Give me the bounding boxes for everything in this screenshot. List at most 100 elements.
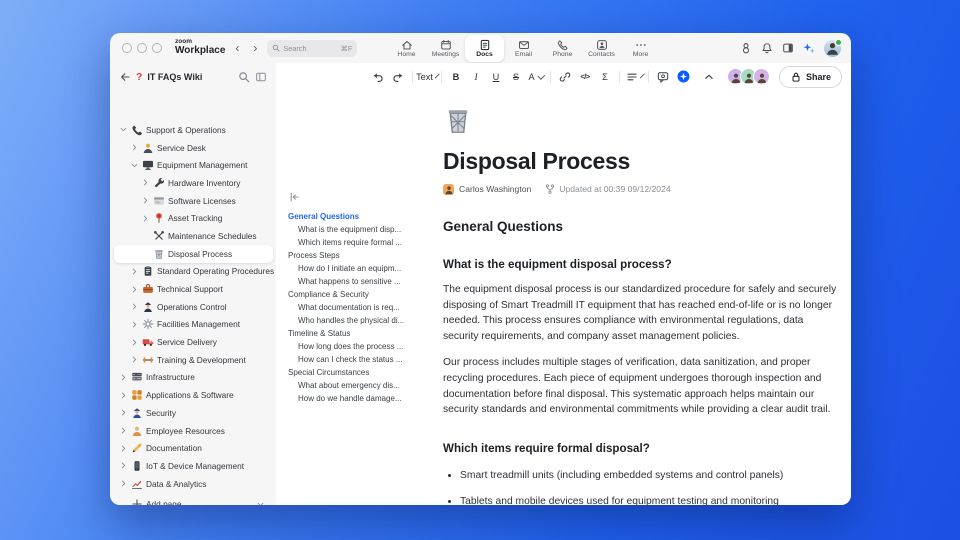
list-align-dropdown[interactable] [624, 68, 645, 86]
close-window-button[interactable] [122, 43, 132, 53]
maximize-window-button[interactable] [152, 43, 162, 53]
sidebar-item-service-desk[interactable]: Service Desk [114, 139, 273, 157]
outline-item-process-steps[interactable]: Process Steps [288, 249, 440, 262]
outline-item-how-do-we-handle-damage[interactable]: How do we handle damage... [288, 392, 440, 405]
text-style-dropdown[interactable]: Text [416, 68, 440, 86]
chevron-right-icon[interactable] [140, 178, 150, 187]
sidebar-item-asset-tracking[interactable]: Asset Tracking [114, 209, 273, 227]
chevron-right-icon[interactable] [118, 391, 128, 400]
chevron-right-icon[interactable] [129, 355, 139, 364]
minimize-window-button[interactable] [137, 43, 147, 53]
titlebar-right [740, 33, 842, 63]
tab-phone[interactable]: Phone [543, 35, 582, 62]
align-icon [626, 71, 638, 83]
chevron-right-icon[interactable] [118, 373, 128, 382]
chevron-down-icon[interactable] [118, 125, 128, 134]
collapse-toolbar-button[interactable] [699, 68, 719, 86]
outline-item-what-is-the-equipment-disp[interactable]: What is the equipment disp... [288, 223, 440, 236]
bold-button[interactable]: B [446, 68, 466, 86]
sidebar-item-documentation[interactable]: Documentation [114, 439, 273, 457]
sidebar-item-applications-software[interactable]: Applications & Software [114, 386, 273, 404]
outline-item-how-can-i-check-the-status[interactable]: How can I check the status ... [288, 353, 440, 366]
sidebar-item-technical-support[interactable]: Technical Support [114, 280, 273, 298]
sidebar-item-iot-device-management[interactable]: IoT & Device Management [114, 457, 273, 475]
outline-item-which-items-require-formal[interactable]: Which items require formal ... [288, 236, 440, 249]
tab-meetings[interactable]: Meetings [426, 35, 465, 62]
sidebar-item-software-licenses[interactable]: Software Licenses [114, 192, 273, 210]
chevron-right-icon[interactable] [129, 320, 139, 329]
tab-more[interactable]: More [621, 35, 660, 62]
sidebar-item-facilities-management[interactable]: Facilities Management [114, 316, 273, 334]
share-button[interactable]: Share [779, 65, 843, 88]
outline-item-what-documentation-is-req[interactable]: What documentation is req... [288, 301, 440, 314]
chevron-right-icon[interactable] [129, 302, 139, 311]
strikethrough-button[interactable]: S [506, 68, 526, 86]
chevron-right-icon[interactable] [129, 338, 139, 347]
sidebar-item-employee-resources[interactable]: Employee Resources [114, 422, 273, 440]
add-page-button[interactable]: Add page [114, 495, 273, 505]
redo-button[interactable] [388, 68, 408, 86]
link-button[interactable] [555, 68, 575, 86]
outline-item-how-long-does-the-process[interactable]: How long does the process ... [288, 340, 440, 353]
sidebar-item-hardware-inventory[interactable]: Hardware Inventory [114, 174, 273, 192]
global-search-input[interactable]: Search ⌘F [267, 39, 358, 57]
outline-item-who-handles-the-physical-di[interactable]: Who handles the physical di... [288, 314, 440, 327]
document-canvas[interactable]: Disposal Process Carlos Washington Updat… [443, 90, 837, 505]
sidebar-item-operations-control[interactable]: Operations Control [114, 298, 273, 316]
italic-button[interactable]: I [466, 68, 486, 86]
chevron-down-icon[interactable] [256, 500, 265, 505]
tab-email[interactable]: Email [504, 35, 543, 62]
outline-item-how-do-i-initiate-an-equipm[interactable]: How do I initiate an equipm... [288, 262, 440, 275]
chevron-right-icon[interactable] [140, 214, 150, 223]
tab-docs[interactable]: Docs [465, 35, 504, 62]
sidebar-item-disposal-process[interactable]: Disposal Process [114, 244, 273, 263]
chevron-right-icon[interactable] [118, 479, 128, 488]
chevron-down-icon[interactable] [129, 161, 139, 170]
chevron-right-icon[interactable] [118, 426, 128, 435]
outline-item-what-about-emergency-dis[interactable]: What about emergency dis... [288, 379, 440, 392]
wiki-search-icon[interactable] [238, 71, 250, 83]
chevron-right-icon[interactable] [118, 408, 128, 417]
comment-button[interactable] [653, 68, 673, 86]
nav-forward-button[interactable]: › [249, 42, 261, 54]
undo-button[interactable] [368, 68, 388, 86]
notifications-bell-icon[interactable] [761, 42, 773, 54]
chevron-right-icon[interactable] [118, 444, 128, 453]
chevron-right-icon[interactable] [129, 267, 139, 276]
sidebar-item-infrastructure[interactable]: Infrastructure [114, 369, 273, 387]
nav-back-button[interactable]: ‹ [231, 42, 243, 54]
user-avatar[interactable] [824, 38, 842, 57]
chevron-right-icon[interactable] [140, 196, 150, 205]
sidebar-item-training-development[interactable]: Training & Development [114, 351, 273, 369]
sidebar-item-equipment-management[interactable]: Equipment Management [114, 156, 273, 174]
chevron-right-icon[interactable] [118, 461, 128, 470]
code-button[interactable]: </> [575, 68, 595, 86]
collaborator-avatar[interactable] [753, 68, 770, 85]
outline-item-what-happens-to-sensitive[interactable]: What happens to sensitive ... [288, 275, 440, 288]
wiki-collapse-sidebar-icon[interactable] [255, 71, 267, 83]
chevron-right-icon[interactable] [129, 143, 139, 152]
sidebar-item-maintenance-schedules[interactable]: Maintenance Schedules [114, 227, 273, 245]
sidebar-item-security[interactable]: Security [114, 404, 273, 422]
chevron-right-icon[interactable] [129, 285, 139, 294]
side-panel-toggle-icon[interactable] [782, 42, 794, 54]
tab-contacts[interactable]: Contacts [582, 35, 621, 62]
outline-item-timeline-status[interactable]: Timeline & Status [288, 327, 440, 340]
history-icon[interactable] [740, 42, 752, 54]
underline-button[interactable]: U [486, 68, 506, 86]
ai-companion-sparkle-icon[interactable] [803, 42, 815, 54]
outline-collapse-button[interactable] [288, 191, 440, 203]
ai-companion-button[interactable] [673, 68, 693, 86]
tab-home[interactable]: Home [387, 35, 426, 62]
sidebar-item-data-analytics[interactable]: Data & Analytics [114, 475, 273, 493]
sidebar-item-support-operations[interactable]: Support & Operations [114, 121, 273, 139]
back-arrow-icon[interactable] [119, 71, 131, 83]
sidebar-item-standard-operating-procedures[interactable]: Standard Operating Procedures [114, 263, 274, 281]
outline-item-general-questions[interactable]: General Questions [288, 210, 440, 223]
text-color-dropdown[interactable]: A [526, 68, 546, 86]
outline-item-compliance-security[interactable]: Compliance & Security [288, 288, 440, 301]
collaborator-stack [727, 68, 770, 85]
sidebar-item-service-delivery[interactable]: Service Delivery [114, 333, 273, 351]
equation-button[interactable]: Σ [595, 68, 615, 86]
outline-item-special-circumstances[interactable]: Special Circumstances [288, 366, 440, 379]
